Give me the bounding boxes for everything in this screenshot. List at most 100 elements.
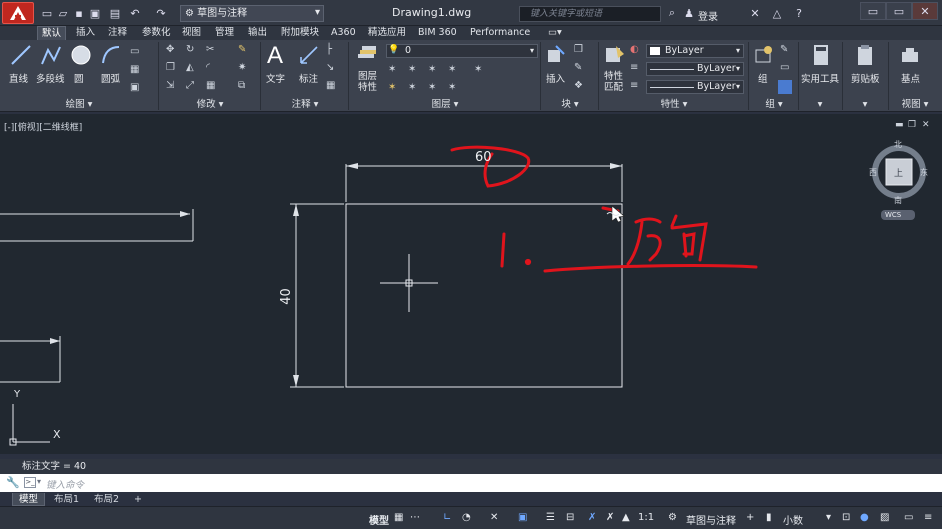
customization-icon[interactable]: ≡	[924, 512, 932, 523]
viewcube[interactable]	[872, 145, 926, 220]
layer-previous-icon[interactable]: ✶	[408, 82, 420, 94]
modify-panel-label[interactable]: 修改 ▾	[160, 98, 260, 111]
search-input[interactable]: 键入关键字或短语	[519, 6, 661, 22]
viewcube-top-face[interactable]: 上	[894, 166, 903, 179]
tab-default[interactable]: 默认	[37, 26, 67, 40]
layer-select[interactable]: 0 ▾	[386, 44, 538, 58]
annotation-visibility-icon[interactable]: ✗	[588, 512, 596, 523]
hardware-acceleration-icon[interactable]: ▨	[880, 512, 889, 523]
rectangle-icon[interactable]: ▭	[130, 46, 142, 58]
lineweight-select[interactable]: ByLayer ▾	[646, 80, 744, 94]
insert-button[interactable]: 插入	[546, 71, 565, 85]
tab-layout1[interactable]: 布局1	[48, 493, 85, 506]
save-as-icon[interactable]: ▣	[88, 6, 102, 20]
viewcube-east[interactable]: 东	[920, 167, 928, 178]
save-icon[interactable]: ▪	[72, 6, 86, 20]
lineweight-toggle-icon[interactable]: ☰	[546, 512, 555, 523]
draw-panel-label[interactable]: 绘图 ▾	[0, 98, 158, 111]
match-properties-button[interactable]: 特性 匹配	[604, 71, 623, 93]
vertical-dimension-text[interactable]: 40	[279, 288, 294, 305]
isolate-objects-icon[interactable]: ●	[860, 512, 869, 523]
tab-view[interactable]: 视图	[178, 26, 205, 40]
layer-freeze-icon[interactable]: ✶	[428, 64, 440, 76]
chevron-down-icon[interactable]: ▾	[37, 477, 41, 486]
linetype-select[interactable]: ByLayer ▾	[646, 62, 744, 76]
line-button[interactable]: 直线	[9, 71, 28, 85]
open-file-icon[interactable]: ▱	[56, 6, 70, 20]
units-icon[interactable]: ▮	[766, 512, 772, 523]
annotation-scale-value[interactable]: 1:1	[638, 512, 654, 523]
copy-icon[interactable]: ❐	[166, 62, 178, 74]
text-icon[interactable]: A	[267, 42, 283, 70]
rotate-icon[interactable]: ↻	[186, 44, 198, 56]
scale-icon[interactable]: ⤢	[186, 80, 198, 92]
ribbon-options-icon[interactable]: ▭▾	[544, 26, 566, 40]
chevron-down-icon[interactable]: ▾	[826, 512, 831, 523]
group-select-icon[interactable]	[778, 80, 792, 94]
add-layout-icon[interactable]: +	[128, 493, 148, 506]
fillet-icon[interactable]: ◜	[206, 62, 218, 74]
help-icon[interactable]: ?	[792, 6, 806, 20]
polyline-button[interactable]: 多段线	[36, 71, 65, 85]
array-icon[interactable]: ▦	[206, 80, 218, 92]
ungroup-icon[interactable]: ✎	[780, 44, 792, 56]
layer-properties-icon[interactable]	[356, 44, 378, 66]
layer-walk-icon[interactable]: ✶	[474, 64, 486, 76]
trim-icon[interactable]: ✂	[206, 44, 218, 56]
restore-button[interactable]: ▭	[886, 2, 912, 20]
layer-unisolate-icon[interactable]: ✶	[428, 82, 440, 94]
grid-icon[interactable]: ▦	[394, 512, 403, 523]
offset-icon[interactable]: ⧉	[238, 80, 250, 92]
table-icon[interactable]: ▦	[326, 80, 338, 92]
leader-icon[interactable]: ↘	[326, 62, 338, 74]
osnap-tracking-icon[interactable]: ✕	[490, 512, 498, 523]
circle-icon[interactable]	[70, 44, 92, 66]
text-button[interactable]: 文字	[266, 71, 285, 85]
clean-screen-icon[interactable]: ▭	[904, 512, 913, 523]
layer-properties-button[interactable]: 图层 特性	[358, 71, 377, 93]
calculator-icon[interactable]	[812, 44, 830, 66]
wcs-menu[interactable]: WCS	[885, 211, 901, 219]
vertical-dimension[interactable]	[290, 203, 344, 388]
tab-model[interactable]: 模型	[12, 493, 46, 506]
tab-parametric[interactable]: 参数化	[138, 26, 175, 40]
layer-lock-icon[interactable]: ✶	[448, 64, 460, 76]
horizontal-dimension-text[interactable]: 60	[475, 150, 492, 165]
edit-attributes-icon[interactable]: ❖	[574, 80, 586, 92]
block-panel-label[interactable]: 块 ▾	[542, 98, 598, 111]
osnap-icon[interactable]: ▣	[518, 512, 527, 523]
tab-performance[interactable]: Performance	[466, 26, 534, 40]
clipboard-button[interactable]: 剪贴板	[851, 71, 880, 85]
workspace-select[interactable]: ⚙ 草图与注释 ▾	[180, 5, 324, 22]
tab-bim360[interactable]: BIM 360	[414, 26, 461, 40]
transparency-icon[interactable]: ⊟	[566, 512, 574, 523]
groups-panel-label[interactable]: 组 ▾	[750, 98, 798, 111]
match-properties-icon[interactable]	[604, 44, 626, 66]
viewcube-north[interactable]: 北	[894, 139, 902, 150]
tab-output[interactable]: 输出	[244, 26, 271, 40]
ortho-icon[interactable]: ∟	[443, 512, 451, 523]
linear-dim-icon[interactable]: ├	[326, 44, 338, 56]
line-icon[interactable]	[10, 44, 32, 66]
tab-layout2[interactable]: 布局2	[88, 493, 125, 506]
tab-featured-apps[interactable]: 精选应用	[364, 26, 410, 40]
units-value[interactable]: 小数	[783, 512, 803, 527]
a360-icon[interactable]: △	[770, 6, 784, 20]
base-button[interactable]: 基点	[901, 71, 920, 85]
redo-icon[interactable]: ↷	[154, 6, 168, 20]
login-button[interactable]: 登录	[698, 8, 718, 23]
group-button[interactable]: 组	[758, 71, 768, 85]
boundary-icon[interactable]: ▣	[130, 82, 142, 94]
command-prompt-icon[interactable]: >_	[24, 477, 36, 488]
annotation-scale-icon[interactable]: ▲	[622, 512, 630, 523]
utilities-button[interactable]: 实用工具	[801, 71, 839, 85]
print-icon[interactable]: ▤	[108, 6, 122, 20]
workspace-gear-icon[interactable]: ⚙	[668, 512, 677, 523]
stretch-icon[interactable]: ⇲	[166, 80, 178, 92]
clipboard-icon[interactable]	[856, 44, 874, 66]
application-menu-button[interactable]	[2, 2, 34, 24]
command-input[interactable]: 键入命令	[46, 477, 84, 491]
base-point-icon[interactable]	[900, 44, 920, 66]
layer-isolate-icon[interactable]: ✶	[408, 64, 420, 76]
exchange-icon[interactable]: ✕	[748, 6, 762, 20]
